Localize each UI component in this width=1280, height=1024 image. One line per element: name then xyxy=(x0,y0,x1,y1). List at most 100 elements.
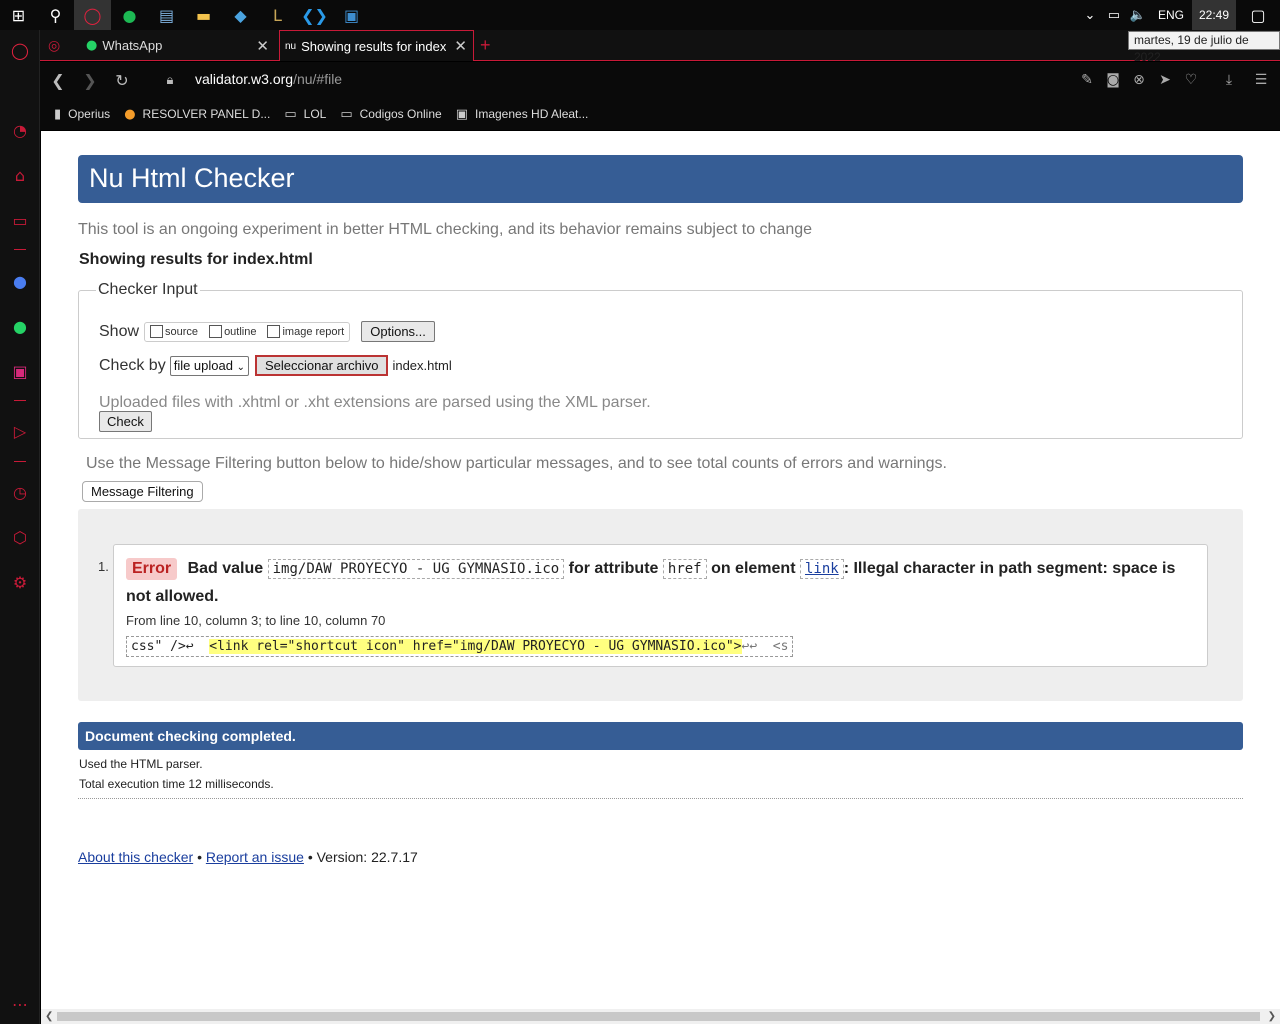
messenger-icon[interactable]: ● xyxy=(0,267,40,295)
bookmark-lol[interactable]: ▭ LOL xyxy=(284,107,326,122)
check-button[interactable]: Check xyxy=(99,411,152,432)
vscode-icon[interactable]: ❮❯ xyxy=(296,0,333,30)
file-explorer-icon[interactable]: ▬ xyxy=(185,0,222,30)
history-icon[interactable]: ◷ xyxy=(0,478,40,506)
folder-icon: ▭ xyxy=(340,106,353,122)
tab-validator[interactable]: nu Showing results for index.h ✕ xyxy=(279,30,474,61)
message-number: 1. xyxy=(98,559,109,574)
send-icon[interactable]: ➤ xyxy=(1153,68,1177,92)
checker-input: Checker Input Show source outline image … xyxy=(78,281,1243,439)
camera-icon[interactable]: ◙ xyxy=(1101,68,1125,92)
download-icon[interactable]: ⤓ xyxy=(1217,68,1241,92)
search-icon[interactable]: ⚲ xyxy=(37,0,74,30)
windows-taskbar: ⊞ ⚲ ◯ ● ▤ ▬ ◆ L ❮❯ ▣ ⌄ ▭ 🔈 ENG 22:49 ▢ xyxy=(0,0,1280,30)
spotify-icon[interactable]: ● xyxy=(111,0,148,30)
tab-label: Showing results for index.h xyxy=(301,38,447,54)
tab-bar: ◎ ● WhatsApp ✕ nu Showing results for in… xyxy=(40,30,1280,61)
check-by-select[interactable]: file upload ⌄ xyxy=(169,355,249,376)
error-location[interactable]: From line 10, column 3; to line 10, colu… xyxy=(126,613,385,628)
file-name: index.html xyxy=(392,358,452,373)
bookmark-imagenes-hd[interactable]: ▣ Imagenes HD Aleat... xyxy=(456,107,589,122)
league-of-legends-icon[interactable]: L xyxy=(259,0,296,30)
xml-parser-note: Uploaded files with .xhtml or .xht exten… xyxy=(99,394,651,411)
filter-note: Use the Message Filtering button below t… xyxy=(86,455,947,472)
element-link[interactable]: link xyxy=(805,561,839,577)
speed-dial-icon[interactable]: ◔ xyxy=(0,116,40,144)
settings-icon[interactable]: ⚙ xyxy=(0,568,40,596)
page-title: Nu Html Checker xyxy=(78,155,1243,203)
version: • Version: 22.7.17 xyxy=(307,849,418,865)
completed-banner: Document checking completed. xyxy=(78,722,1243,750)
options-button[interactable]: Options... xyxy=(361,321,435,342)
address-bar: ❮ ❯ ↻ 🔒︎ validator.w3.org/nu/#file ✎ ◙ ⊗… xyxy=(40,62,1280,98)
tab-label: WhatsApp xyxy=(102,38,163,53)
url-field[interactable]: validator.w3.org/nu/#file xyxy=(195,71,342,87)
bookmark-operius[interactable]: ▮ Operius xyxy=(54,107,110,122)
extensions-icon[interactable]: ⬡ xyxy=(0,523,40,551)
volume-icon[interactable]: 🔈 xyxy=(1126,8,1150,23)
horizontal-scrollbar[interactable]: ❮ ❯ xyxy=(41,1009,1280,1024)
network-icon[interactable]: ▭ xyxy=(1102,8,1126,23)
lock-icon[interactable]: 🔒︎ xyxy=(158,68,182,92)
close-icon[interactable]: ✕ xyxy=(256,37,269,55)
checker-input-legend: Checker Input xyxy=(98,281,198,298)
scroll-thumb[interactable] xyxy=(57,1012,1260,1021)
windows-start-icon[interactable]: ⊞ xyxy=(0,0,37,30)
image-report-checkbox[interactable] xyxy=(267,325,281,338)
outline-checkbox[interactable] xyxy=(209,325,223,338)
back-icon[interactable]: ❮ xyxy=(46,68,70,92)
show-label: Show xyxy=(99,322,140,340)
clock[interactable]: 22:49 xyxy=(1191,0,1236,30)
show-row: Show source outline image report Options… xyxy=(99,321,435,342)
page-icon: ▮ xyxy=(54,106,62,122)
game-tab-icon[interactable]: ◎ xyxy=(48,30,78,61)
player-icon[interactable]: ▷ xyxy=(0,417,40,445)
notepad-icon[interactable]: ▤ xyxy=(148,0,185,30)
notifications-icon[interactable]: ▢ xyxy=(1236,6,1280,25)
heart-icon[interactable]: ♡ xyxy=(1179,68,1203,92)
app-icon[interactable]: ◆ xyxy=(222,0,259,30)
choose-file-button[interactable]: Seleccionar archivo xyxy=(255,355,389,376)
footer: About this checker • Report an issue • V… xyxy=(78,849,418,865)
execution-time: Total execution time 12 milliseconds. xyxy=(79,777,274,791)
share-icon[interactable]: ✎ xyxy=(1075,68,1099,92)
bookmark-resolver-panel[interactable]: ● RESOLVER PANEL D... xyxy=(124,107,270,122)
reload-icon[interactable]: ↻ xyxy=(110,68,134,92)
shop-icon[interactable]: ⌂ xyxy=(0,161,40,189)
menu-icon[interactable]: ☰ xyxy=(1249,68,1273,92)
whatsapp-icon[interactable]: ● xyxy=(0,312,40,340)
bookmark-codigos-online[interactable]: ▭ Codigos Online xyxy=(340,107,441,122)
twitch-icon[interactable]: ▭ xyxy=(0,206,40,234)
site-icon: ● xyxy=(124,106,136,122)
new-tab-button[interactable]: + xyxy=(480,30,500,61)
chevron-down-icon: ⌄ xyxy=(236,361,245,373)
close-icon[interactable]: ✕ xyxy=(454,37,467,55)
desktop: ⊞ ⚲ ◯ ● ▤ ▬ ◆ L ❮❯ ▣ ⌄ ▭ 🔈 ENG 22:49 ▢ ◯… xyxy=(0,0,1280,1024)
opera-icon[interactable]: ◯ xyxy=(74,0,111,30)
message-filtering-button[interactable]: Message Filtering xyxy=(82,481,203,502)
tab-whatsapp[interactable]: ● WhatsApp ✕ xyxy=(82,30,275,61)
source-checkbox[interactable] xyxy=(150,325,164,338)
error-badge: Error xyxy=(126,558,178,580)
about-link[interactable]: About this checker xyxy=(78,849,193,865)
python-icon[interactable]: ▣ xyxy=(333,0,370,30)
more-icon[interactable]: ⋯ xyxy=(0,990,40,1018)
check-by-row: Check by file upload ⌄ Seleccionar archi… xyxy=(99,355,452,376)
bad-value-code: img/DAW PROYECYO - UG GYMNASIO.ico xyxy=(267,559,565,579)
block-icon[interactable]: ⊗ xyxy=(1127,68,1151,92)
folder-icon: ▭ xyxy=(284,106,297,122)
date-tooltip: martes, 19 de julio de 2022 xyxy=(1128,31,1280,64)
whatsapp-icon: ● xyxy=(86,38,98,53)
chevron-up-icon[interactable]: ⌄ xyxy=(1078,8,1102,23)
show-options: source outline image report xyxy=(144,321,351,342)
opera-menu-icon[interactable]: ◯ xyxy=(0,36,40,64)
image-icon: ▣ xyxy=(455,106,468,122)
language-indicator[interactable]: ENG xyxy=(1150,8,1192,22)
results-heading: Showing results for index.html xyxy=(79,251,313,268)
report-issue-link[interactable]: Report an issue xyxy=(206,849,304,865)
scroll-right-icon[interactable]: ❯ xyxy=(1268,1009,1276,1024)
check-by-label: Check by xyxy=(99,356,166,374)
instagram-icon[interactable]: ▣ xyxy=(0,357,40,385)
scroll-left-icon[interactable]: ❮ xyxy=(45,1009,53,1024)
forward-icon[interactable]: ❯ xyxy=(78,68,102,92)
